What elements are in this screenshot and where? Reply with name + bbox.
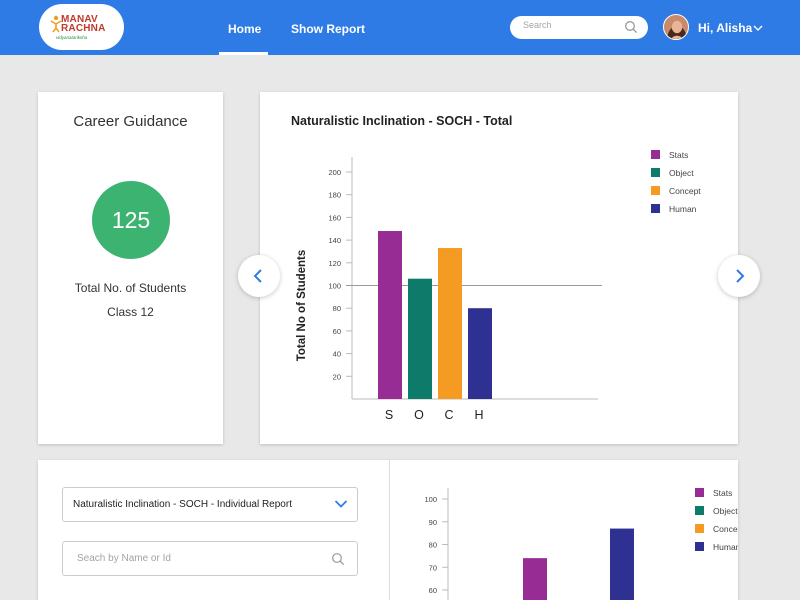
chart-title: Naturalistic Inclination - SOCH - Total [291, 114, 513, 128]
bar-h [610, 528, 634, 600]
chevron-down-icon[interactable] [753, 24, 763, 32]
legend-swatch [651, 150, 660, 159]
report-type-value: Naturalistic Inclination - SOCH - Indivi… [73, 499, 292, 510]
legend-label: Human [713, 542, 738, 552]
search-icon[interactable] [331, 552, 345, 566]
legend-label: Stats [669, 150, 688, 160]
legend-swatch [651, 204, 660, 213]
y-tick-label: 200 [328, 168, 341, 177]
user-greeting[interactable]: Hi, Alisha [698, 21, 752, 35]
soch-total-bar-chart: 20 40 60 80 100 120 140 160 180 200 Total No of St… [296, 150, 701, 422]
chevron-down-icon [334, 500, 348, 508]
bar-c [438, 248, 462, 399]
legend-label: Human [669, 204, 697, 214]
logo-line2: RACHNA [61, 23, 106, 34]
x-tick-label: H [474, 408, 483, 422]
class-label: Class 12 [107, 305, 154, 319]
manav-rachna-logo[interactable]: MANAV RACHNA vidyanatariksha [39, 4, 124, 50]
y-tick-label: 120 [328, 259, 341, 268]
card-title: Career Guidance [73, 113, 188, 130]
x-tick-label: S [385, 408, 393, 422]
individual-bar-chart: 60 70 80 90 100 Stats Object Concept Human [424, 488, 738, 600]
y-tick-label: 160 [328, 213, 341, 222]
legend-label: Concept [669, 186, 701, 196]
bar-o [408, 278, 432, 399]
report-type-select[interactable]: Naturalistic Inclination - SOCH - Indivi… [62, 487, 358, 522]
student-count-badge: 125 [92, 181, 170, 259]
next-chart-button[interactable] [718, 255, 760, 297]
bar-s [523, 558, 547, 600]
y-tick-label: 70 [429, 563, 437, 572]
legend-swatch [695, 524, 704, 533]
student-search-input[interactable] [77, 553, 317, 564]
search-icon[interactable] [624, 20, 638, 34]
x-tick-label: C [444, 408, 453, 422]
avatar-portrait-icon [664, 15, 688, 39]
y-tick-label: 60 [429, 586, 437, 595]
y-axis-label: Total No of Students [296, 250, 308, 362]
y-tick-label: 40 [333, 350, 341, 359]
y-tick-label: 20 [333, 372, 341, 381]
nav-active-indicator [219, 52, 268, 55]
chevron-left-icon [253, 269, 262, 283]
y-tick-label: 90 [429, 518, 437, 527]
count-label: Total No. of Students [74, 281, 187, 295]
user-avatar[interactable] [663, 14, 689, 40]
legend-swatch [651, 168, 660, 177]
header-search [510, 16, 648, 39]
legend-label: Object [713, 506, 738, 516]
header-search-input[interactable] [523, 20, 623, 30]
career-guidance-card: Career Guidance 125 Total No. of Student… [38, 92, 223, 444]
legend-label: Concept [713, 524, 738, 534]
y-tick-label: 180 [328, 191, 341, 200]
legend-swatch [695, 542, 704, 551]
x-tick-label: O [414, 408, 424, 422]
individual-report-card: Naturalistic Inclination - SOCH - Indivi… [38, 460, 738, 600]
nav-home[interactable]: Home [228, 22, 261, 36]
y-tick-label: 100 [328, 282, 341, 291]
legend-label: Stats [713, 488, 732, 498]
previous-chart-button[interactable] [238, 255, 280, 297]
nav-show-report[interactable]: Show Report [291, 22, 365, 36]
legend-swatch [695, 488, 704, 497]
bar-s [378, 231, 402, 399]
y-tick-label: 100 [424, 495, 437, 504]
top-header: MANAV RACHNA vidyanatariksha Home Show R… [0, 0, 800, 55]
soch-total-chart-card: Naturalistic Inclination - SOCH - Total … [260, 92, 738, 444]
logo-tagline: vidyanatariksha [56, 35, 88, 40]
student-search [62, 541, 358, 576]
y-tick-label: 80 [429, 541, 437, 550]
chevron-right-icon [736, 269, 745, 283]
y-tick-label: 60 [333, 327, 341, 336]
legend-label: Object [669, 168, 694, 178]
legend-swatch [651, 186, 660, 195]
legend-swatch [695, 506, 704, 515]
y-tick-label: 140 [328, 236, 341, 245]
bar-h [468, 308, 492, 399]
y-tick-label: 80 [333, 304, 341, 313]
